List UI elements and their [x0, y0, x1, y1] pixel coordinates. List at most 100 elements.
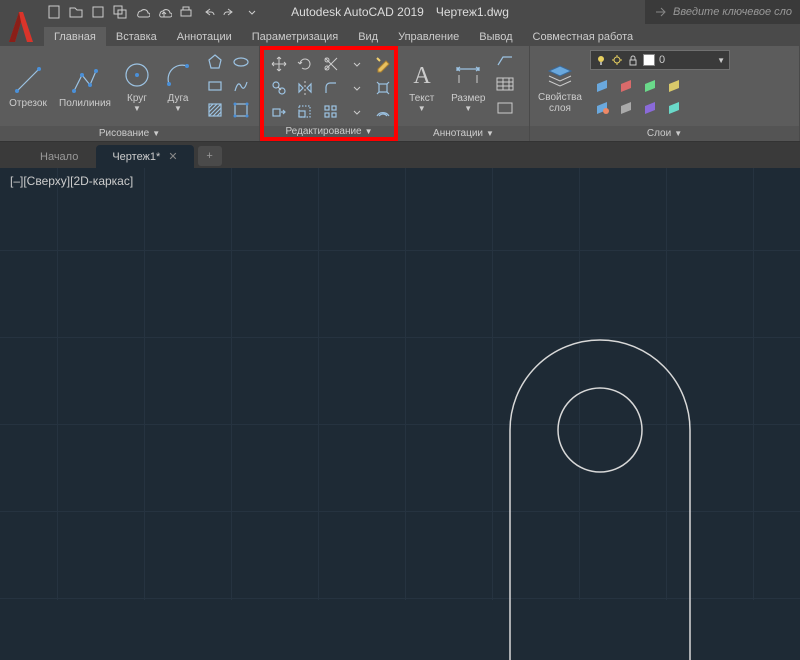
rotate-icon[interactable]	[292, 52, 318, 76]
layer-off-icon[interactable]	[614, 74, 638, 96]
panel-annotation: A Текст▼ Размер▼ Аннотации▼	[398, 46, 530, 141]
layer-tools-grid	[590, 74, 730, 118]
svg-text:A: A	[413, 63, 431, 89]
panel-layers: Свойства слоя 0 ▼	[530, 46, 800, 141]
sun-icon	[611, 54, 623, 66]
save-icon[interactable]	[88, 2, 108, 22]
scale-icon[interactable]	[292, 100, 318, 124]
layer-match-icon[interactable]	[590, 96, 614, 118]
layer-name: 0	[659, 54, 713, 66]
circle-icon	[121, 59, 153, 91]
tool-polyline[interactable]: Полилиния	[56, 50, 114, 122]
lock-icon	[627, 54, 639, 66]
wipeout-icon[interactable]	[495, 99, 525, 121]
panel-drawing: Отрезок Полилиния Круг▼ Дуга▼	[0, 46, 260, 141]
tab-home[interactable]: Главная	[44, 27, 106, 46]
move-icon[interactable]	[266, 52, 292, 76]
ribbon-tabs: Главная Вставка Аннотации Параметризация…	[0, 24, 800, 46]
tab-view[interactable]: Вид	[348, 27, 388, 46]
open-icon[interactable]	[66, 2, 86, 22]
panel-annotation-title[interactable]: Аннотации▼	[398, 126, 529, 141]
tab-insert[interactable]: Вставка	[106, 27, 167, 46]
drawing-canvas[interactable]: [–][Сверху][2D-каркас]	[0, 168, 800, 600]
layer-prev-icon[interactable]	[614, 96, 638, 118]
copy-icon[interactable]	[266, 76, 292, 100]
ribbon: Отрезок Полилиния Круг▼ Дуга▼	[0, 46, 800, 142]
explode-icon[interactable]	[370, 76, 396, 100]
document-name: Чертеж1.dwg	[436, 5, 509, 19]
modify-tools-grid	[266, 52, 396, 124]
text-icon: A	[406, 59, 438, 91]
leader-icon[interactable]	[495, 51, 525, 73]
tab-annotate[interactable]: Аннотации	[167, 27, 242, 46]
layer-walk-icon[interactable]	[638, 96, 662, 118]
polygon-icon[interactable]	[202, 50, 228, 74]
layer-freeze-icon[interactable]	[590, 74, 614, 96]
tool-arc[interactable]: Дуга▼	[160, 50, 196, 122]
search-box[interactable]: Введите ключевое сло	[645, 0, 800, 24]
spline-icon[interactable]	[228, 74, 254, 98]
table-icon[interactable]	[495, 75, 525, 97]
undo-icon[interactable]	[198, 2, 218, 22]
search-arrow-icon	[653, 4, 669, 20]
tool-layer-props[interactable]: Свойства слоя	[534, 50, 586, 122]
qat-dropdown-icon[interactable]	[242, 2, 262, 22]
layer-combo[interactable]: 0 ▼	[590, 50, 730, 70]
tab-collab[interactable]: Совместная работа	[523, 27, 644, 46]
trim-icon[interactable]	[318, 52, 344, 76]
close-icon[interactable]: ✕	[168, 150, 177, 163]
stretch-icon[interactable]	[266, 100, 292, 124]
doc-tab-drawing1[interactable]: Чертеж1*✕	[96, 145, 193, 168]
cloud-open-icon[interactable]	[132, 2, 152, 22]
dimension-icon	[452, 59, 484, 91]
panel-modify: Редактирование▼	[260, 46, 398, 141]
bulb-icon	[595, 54, 607, 66]
redo-icon[interactable]	[220, 2, 240, 22]
array-dd-icon[interactable]	[344, 100, 370, 124]
layer-props-icon	[544, 58, 576, 90]
plot-icon[interactable]	[176, 2, 196, 22]
layer-iso-icon[interactable]	[662, 74, 686, 96]
ellipse-icon[interactable]	[228, 50, 254, 74]
erase-icon[interactable]	[370, 52, 396, 76]
app-name: Autodesk AutoCAD 2019	[291, 5, 424, 19]
search-placeholder: Введите ключевое сло	[673, 6, 792, 18]
mirror-icon[interactable]	[292, 76, 318, 100]
arc-icon	[162, 59, 194, 91]
cloud-save-icon[interactable]	[154, 2, 174, 22]
viewport-label[interactable]: [–][Сверху][2D-каркас]	[10, 174, 133, 188]
color-swatch	[643, 54, 655, 66]
tool-dimension[interactable]: Размер▼	[446, 50, 491, 122]
fillet-icon[interactable]	[318, 76, 344, 100]
rectangle-icon[interactable]	[202, 74, 228, 98]
tool-circle[interactable]: Круг▼	[118, 50, 156, 122]
doc-tab-start[interactable]: Начало	[24, 146, 94, 168]
drawing-geometry	[440, 260, 760, 660]
app-logo[interactable]	[2, 2, 40, 50]
region-icon[interactable]	[228, 98, 254, 122]
tool-text[interactable]: A Текст▼	[402, 50, 442, 122]
new-tab-button[interactable]: +	[198, 146, 222, 166]
tool-line[interactable]: Отрезок	[4, 50, 52, 122]
fillet-dd-icon[interactable]	[344, 76, 370, 100]
tab-parametric[interactable]: Параметризация	[242, 27, 348, 46]
title-bar: Autodesk AutoCAD 2019 Чертеж1.dwg Введит…	[0, 0, 800, 24]
tab-output[interactable]: Вывод	[469, 27, 522, 46]
panel-layers-title[interactable]: Слои▼	[530, 126, 799, 141]
title-center: Autodesk AutoCAD 2019 Чертеж1.dwg	[291, 5, 509, 19]
drawing-small-tools	[202, 50, 254, 122]
panel-modify-title[interactable]: Редактирование▼	[264, 126, 394, 137]
line-icon	[12, 64, 44, 96]
panel-drawing-title[interactable]: Рисование▼	[0, 126, 259, 141]
layer-lock-icon[interactable]	[638, 74, 662, 96]
array-icon[interactable]	[318, 100, 344, 124]
new-icon[interactable]	[44, 2, 64, 22]
offset-icon[interactable]	[370, 100, 396, 124]
layer-state-icon[interactable]	[662, 96, 686, 118]
tab-manage[interactable]: Управление	[388, 27, 469, 46]
hatch-icon[interactable]	[202, 98, 228, 122]
annotation-small	[495, 51, 525, 121]
saveas-icon[interactable]	[110, 2, 130, 22]
trim-dd-icon[interactable]	[344, 52, 370, 76]
document-tabs: Начало Чертеж1*✕ +	[0, 142, 800, 168]
